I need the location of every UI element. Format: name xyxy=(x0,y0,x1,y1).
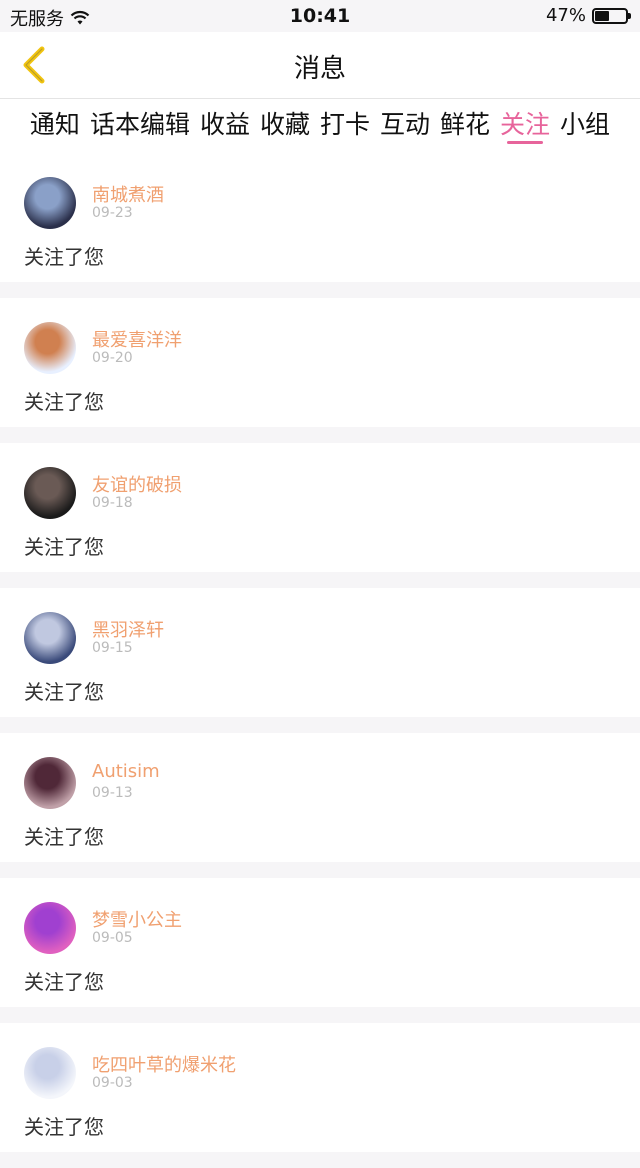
tab-4[interactable]: 打卡 xyxy=(315,99,375,153)
tab-2[interactable]: 收益 xyxy=(195,99,255,153)
avatar[interactable] xyxy=(24,757,76,809)
tab-5[interactable]: 互动 xyxy=(375,99,435,153)
avatar[interactable] xyxy=(24,467,76,519)
message-date: 09-20 xyxy=(92,350,133,366)
battery-fill xyxy=(595,10,610,21)
status-right: 47% xyxy=(545,5,631,26)
tab-1[interactable]: 话本编辑 xyxy=(85,99,195,153)
list-item[interactable]: 最爱喜洋洋 09-20 关注了您 xyxy=(0,298,640,427)
message-text: 关注了您 xyxy=(24,245,104,269)
status-time: 10:41 xyxy=(289,5,351,27)
username[interactable]: 黑羽泽轩 xyxy=(92,616,164,642)
avatar[interactable] xyxy=(24,322,76,374)
list-item[interactable]: 友谊的破损 09-18 关注了您 xyxy=(0,443,640,572)
message-date: 09-15 xyxy=(92,640,133,656)
tab-0[interactable]: 通知 xyxy=(25,99,85,153)
avatar[interactable] xyxy=(24,902,76,954)
message-date: 09-03 xyxy=(92,1075,133,1091)
message-text: 关注了您 xyxy=(24,535,104,559)
list-item[interactable]: 梦雪小公主 09-05 关注了您 xyxy=(0,878,640,1007)
message-text: 关注了您 xyxy=(24,680,104,704)
tab-7[interactable]: 关注 xyxy=(495,99,555,153)
list-item[interactable]: Autisim 09-13 关注了您 xyxy=(0,733,640,862)
page-title: 消息 xyxy=(293,54,346,84)
tab-8[interactable]: 小组 xyxy=(555,99,615,153)
username[interactable]: 最爱喜洋洋 xyxy=(92,326,182,352)
avatar[interactable] xyxy=(24,177,76,229)
message-text: 关注了您 xyxy=(24,825,104,849)
status-bar: 无服务 10:41 47% xyxy=(0,0,640,32)
tab-6[interactable]: 鲜花 xyxy=(435,99,495,153)
list-item[interactable]: 南城煮酒 09-23 关注了您 xyxy=(0,153,640,282)
username[interactable]: 友谊的破损 xyxy=(92,471,182,497)
list-item[interactable]: 吃四叶草的爆米花 09-03 关注了您 xyxy=(0,1023,640,1152)
tab-3[interactable]: 收藏 xyxy=(255,99,315,153)
avatar[interactable] xyxy=(24,1047,76,1099)
username[interactable]: Autisim xyxy=(92,761,160,782)
message-date: 09-23 xyxy=(92,205,133,221)
message-date: 09-05 xyxy=(92,930,133,946)
username[interactable]: 梦雪小公主 xyxy=(92,906,182,932)
battery-icon xyxy=(592,7,631,24)
message-date: 09-18 xyxy=(92,495,133,511)
follow-message-list: 南城煮酒 09-23 关注了您 最爱喜洋洋 09-20 关注了您 友谊的破损 09-18 关注了… xyxy=(0,153,640,1168)
message-text: 关注了您 xyxy=(24,390,104,414)
message-text: 关注了您 xyxy=(24,1115,104,1139)
username[interactable]: 吃四叶草的爆米花 xyxy=(92,1051,236,1077)
battery-percent: 47% xyxy=(545,5,586,26)
navigation-bar: 消息 xyxy=(0,32,640,99)
username[interactable]: 南城煮酒 xyxy=(92,181,164,207)
message-date: 09-13 xyxy=(92,785,133,801)
list-item[interactable]: 黑羽泽轩 09-15 关注了您 xyxy=(0,588,640,717)
avatar[interactable] xyxy=(24,612,76,664)
message-text: 关注了您 xyxy=(24,970,104,994)
message-tabs: 通知 话本编辑 收益 收藏 打卡 互动 鲜花 关注 小组 xyxy=(0,99,640,153)
